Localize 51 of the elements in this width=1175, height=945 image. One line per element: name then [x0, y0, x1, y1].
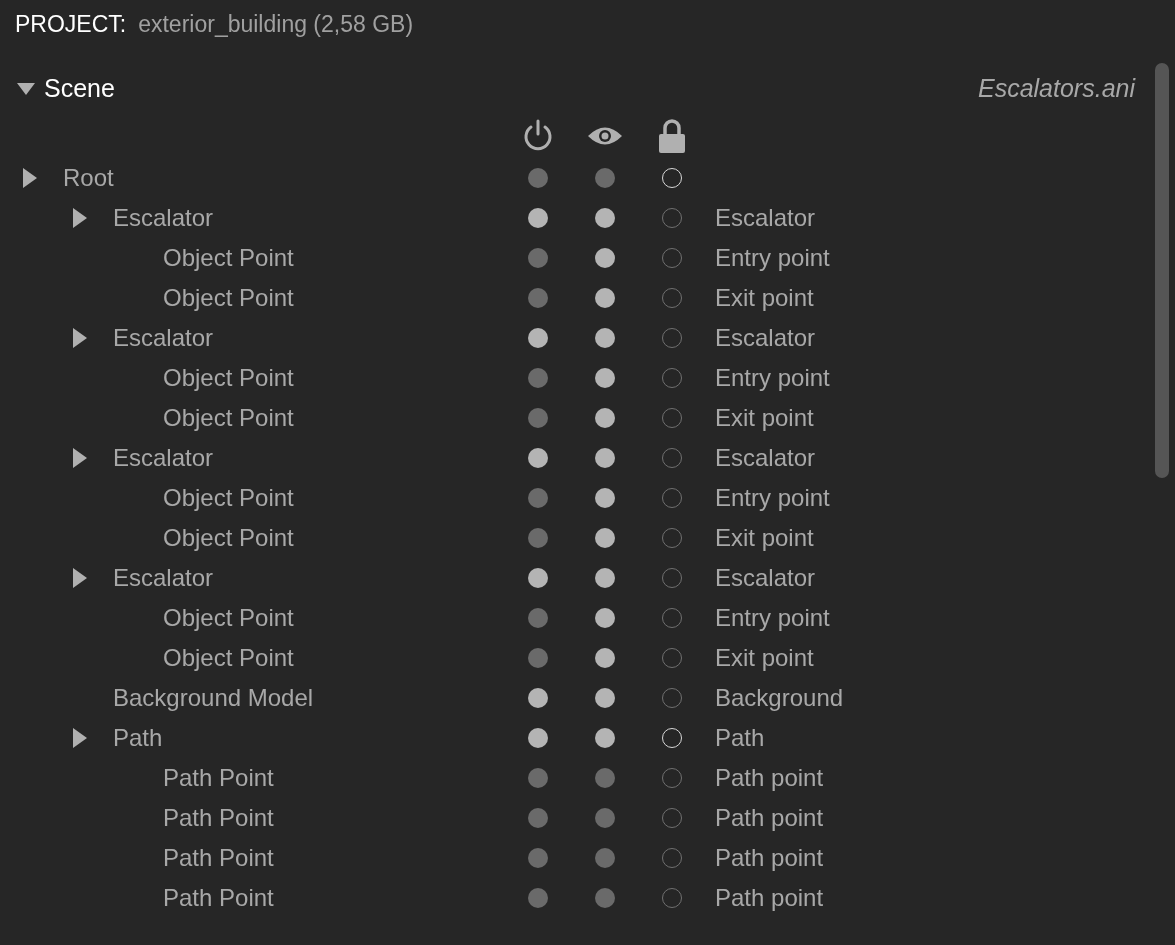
tree-item[interactable]: Path Point	[163, 840, 274, 876]
object-label: Entry point	[715, 483, 830, 513]
caret-icon[interactable]	[72, 208, 88, 228]
tree-item[interactable]: Object Point	[163, 360, 294, 396]
tree-item[interactable]: Escalator	[113, 560, 214, 596]
object-label: Path point	[715, 843, 824, 873]
object-label: Escalator	[715, 323, 816, 353]
tree-item[interactable]: Object Point	[163, 400, 294, 436]
object-label: Background	[715, 683, 844, 713]
tree-item[interactable]: Path Point	[163, 800, 274, 836]
tree-item[interactable]: Object Point	[163, 600, 294, 636]
object-label: Entry point	[715, 363, 830, 393]
object-label: Path point	[715, 763, 824, 793]
object-label: Escalator	[715, 203, 816, 233]
object-label: Path	[715, 723, 765, 753]
lock-icon	[657, 118, 686, 154]
object-label: Exit point	[715, 523, 814, 553]
scene-title: Scene	[44, 73, 115, 105]
tree-item[interactable]: Object Point	[163, 480, 294, 516]
caret-icon[interactable]	[72, 568, 88, 588]
object-label: Path point	[715, 883, 824, 913]
caret-icon[interactable]	[72, 728, 88, 748]
caret-icon[interactable]	[72, 328, 88, 348]
tree-item[interactable]: Path Point	[163, 880, 274, 916]
tree-item[interactable]: Path Point	[163, 760, 274, 796]
object-label: Entry point	[715, 243, 830, 273]
project-name: exterior_building (2,58 GB)	[138, 9, 414, 39]
eye-icon	[586, 125, 623, 147]
tree-item[interactable]: Path	[113, 720, 163, 756]
caret-icon	[17, 82, 35, 96]
object-label: Exit point	[715, 283, 814, 313]
tree-item[interactable]: Object Point	[163, 280, 294, 316]
object-label: Entry point	[715, 603, 830, 633]
tree-item[interactable]: Background Model	[113, 680, 314, 716]
file-name: Escalators.ani	[977, 73, 1135, 105]
object-label: Path point	[715, 803, 824, 833]
scrollbar[interactable]	[1155, 63, 1169, 478]
caret-icon[interactable]	[72, 448, 88, 468]
tree-item[interactable]: Object Point	[163, 640, 294, 676]
object-label: Exit point	[715, 403, 814, 433]
tree-item[interactable]: Object Point	[163, 240, 294, 276]
tree-item[interactable]: Root	[63, 160, 114, 196]
tree-item[interactable]: Escalator	[113, 440, 214, 476]
tree-item[interactable]: Escalator	[113, 200, 214, 236]
object-label: Escalator	[715, 563, 816, 593]
tree-item[interactable]: Object Point	[163, 520, 294, 556]
object-label: Escalator	[715, 443, 816, 473]
project-label: PROJECT:	[15, 9, 127, 39]
object-label: Exit point	[715, 643, 814, 673]
tree-item[interactable]: Escalator	[113, 320, 214, 356]
caret-icon[interactable]	[22, 168, 38, 188]
